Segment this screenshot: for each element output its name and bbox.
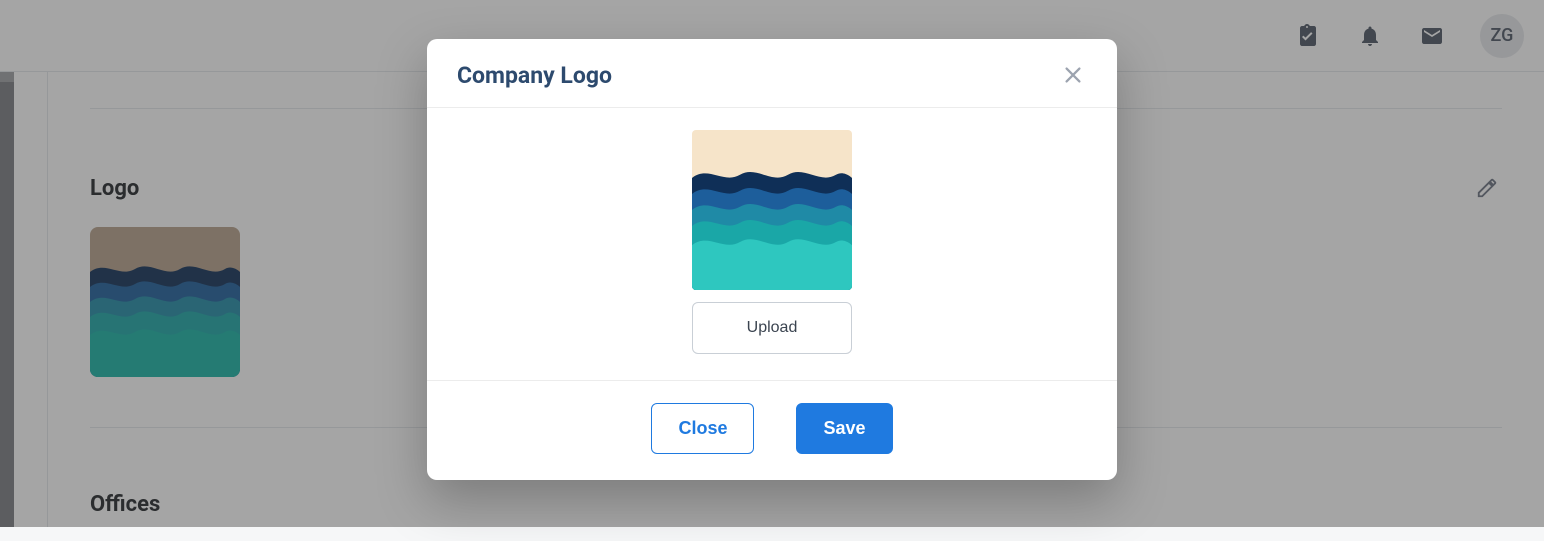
save-button[interactable]: Save <box>796 403 892 454</box>
close-icon[interactable] <box>1059 61 1087 89</box>
modal-logo-preview <box>692 130 852 290</box>
modal-header: Company Logo <box>427 39 1117 108</box>
modal-body: Upload <box>427 108 1117 381</box>
wave-logo-image <box>692 130 852 290</box>
company-logo-modal: Company Logo Upload Close Save <box>427 39 1117 480</box>
upload-button[interactable]: Upload <box>692 302 852 354</box>
modal-footer: Close Save <box>427 381 1117 480</box>
modal-title: Company Logo <box>457 62 612 89</box>
close-button[interactable]: Close <box>651 403 754 454</box>
